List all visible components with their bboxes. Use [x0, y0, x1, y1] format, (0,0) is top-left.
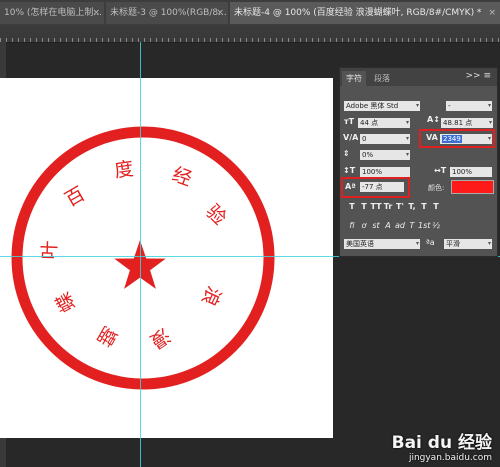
opentype-buttons: fi ơ st Aad T 1st ½: [346, 221, 442, 230]
superscript-button[interactable]: T': [394, 202, 406, 211]
swash-button[interactable]: A: [382, 221, 394, 230]
close-icon[interactable]: ×: [92, 2, 100, 24]
ordinals-button[interactable]: 1st: [418, 221, 430, 230]
close-icon[interactable]: ×: [488, 2, 496, 24]
subscript-button[interactable]: T,: [406, 202, 418, 211]
chevron-down-icon: ▾: [487, 102, 491, 109]
small-caps-button[interactable]: Tr: [382, 202, 394, 211]
document-tab-3[interactable]: 未标题-4 @ 100% (百度经验 浪漫蝴蝶叶, RGB/8#/CMYK) *…: [230, 2, 500, 24]
chevron-down-icon: ▾: [405, 119, 409, 126]
chevron-down-icon: ▾: [487, 240, 491, 247]
chevron-down-icon: ▾: [415, 240, 419, 247]
vertical-scale-field[interactable]: 100%: [360, 167, 410, 177]
character-panel: 字符 段落 >> ≡ Adobe 黑体 Std ▾ - ▾ ᴛT 44 点 ▾ A↕ …: [339, 67, 498, 257]
font-size-field[interactable]: 44 点 ▾: [358, 118, 410, 128]
stamp-char: 经: [169, 163, 194, 190]
document-tab-1[interactable]: 10% (怎样在电脑上制... ×: [0, 2, 104, 24]
color-swatch[interactable]: [451, 180, 494, 194]
watermark-url: jingyan.baidu.com: [408, 453, 492, 463]
close-icon[interactable]: ×: [216, 2, 224, 24]
scale-icon: ⇕: [343, 149, 350, 158]
strikethrough-button[interactable]: T: [430, 202, 442, 211]
panel-menu-icon[interactable]: >> ≡: [466, 71, 491, 81]
baidu-watermark: Bai du 经验 jingyan.baidu.com: [392, 428, 492, 463]
all-caps-button[interactable]: TT: [370, 202, 382, 211]
font-size-icon: ᴛT: [344, 117, 355, 126]
chevron-down-icon: ▾: [405, 135, 409, 142]
horizontal-scale-value: 100%: [452, 168, 473, 176]
underline-button[interactable]: T: [418, 202, 430, 211]
stamp-artwork: 百度 经验浪漫蝴蝶叶: [11, 126, 275, 390]
kerning-icon: V/A: [343, 133, 359, 142]
stamp-char: 蝶: [52, 288, 80, 315]
faux-italic-button[interactable]: T: [358, 202, 370, 211]
chevron-down-icon: ▾: [405, 151, 409, 158]
vertical-scale-value: 100%: [362, 168, 383, 176]
font-style-select[interactable]: - ▾: [446, 101, 492, 111]
leading-value: 48.81 点: [443, 119, 473, 127]
chevron-down-icon: ▾: [415, 102, 419, 109]
kerning-value: 0: [362, 135, 367, 143]
chevron-down-icon: ▾: [488, 119, 492, 126]
stamp-char: 蝴: [94, 322, 121, 351]
panel-tabs: 字符 段落 >> ≡: [340, 68, 497, 86]
style-buttons: T T TT Tr T' T, T T: [346, 202, 442, 211]
stamp-char: 验: [201, 200, 230, 229]
scale-value: 0%: [362, 151, 374, 159]
stamp-char: 百: [61, 183, 88, 212]
color-label: 颜色:: [428, 184, 445, 192]
font-style-value: -: [448, 102, 451, 110]
horizontal-scale-icon: ↔T: [434, 166, 447, 175]
fractions-button[interactable]: ½: [430, 221, 442, 230]
font-size-value: 44 点: [360, 119, 379, 127]
document-tab-2[interactable]: 未标题-3 @ 100%(RGB/8... ×: [106, 2, 228, 24]
ligatures-button[interactable]: fi: [346, 221, 358, 230]
tab-label: 未标题-3 @ 100%(RGB/8...: [110, 8, 227, 18]
scale-field[interactable]: 0% ▾: [360, 150, 410, 160]
discretionary-button[interactable]: st: [370, 221, 382, 230]
antialias-value: 平滑: [446, 240, 460, 248]
tab-label: 未标题-4 @ 100% (百度经验 浪漫蝴蝶叶, RGB/8#/CMYK) *: [234, 8, 482, 18]
tab-paragraph[interactable]: 段落: [370, 71, 394, 86]
horizontal-ruler[interactable]: [0, 26, 500, 43]
font-family-select[interactable]: Adobe 黑体 Std ▾: [344, 101, 420, 111]
stamp-char: 浪: [197, 283, 225, 310]
language-value: 美国英语: [346, 240, 374, 248]
tab-label: 10% (怎样在电脑上制...: [4, 8, 102, 18]
horizontal-scale-field[interactable]: 100%: [450, 167, 492, 177]
titling-button[interactable]: T: [406, 221, 418, 230]
faux-bold-button[interactable]: T: [346, 202, 358, 211]
tab-character[interactable]: 字符: [342, 71, 366, 86]
vertical-scale-icon: ↕T: [343, 166, 356, 175]
font-family-value: Adobe 黑体 Std: [346, 102, 399, 110]
stamp-char: 漫: [146, 324, 174, 353]
vertical-guide[interactable]: [140, 42, 141, 467]
language-select[interactable]: 美国英语 ▾: [344, 239, 420, 249]
leading-icon: A↕: [427, 115, 440, 124]
baseline-highlight: [341, 177, 410, 198]
leading-field[interactable]: 48.81 点 ▾: [441, 118, 493, 128]
antialias-icon: ªa: [426, 238, 435, 247]
stamp-char: 度: [113, 158, 135, 182]
kerning-field[interactable]: 0 ▾: [360, 134, 410, 144]
baidu-logo: Bai du 经验: [391, 433, 492, 453]
tracking-highlight: [419, 129, 495, 148]
document-tab-bar: 10% (怎样在电脑上制... × 未标题-3 @ 100%(RGB/8... × …: [0, 0, 500, 26]
contextual-button[interactable]: ơ: [358, 221, 370, 230]
stylistic-button[interactable]: ad: [394, 221, 406, 230]
antialias-select[interactable]: 平滑 ▾: [444, 239, 492, 249]
